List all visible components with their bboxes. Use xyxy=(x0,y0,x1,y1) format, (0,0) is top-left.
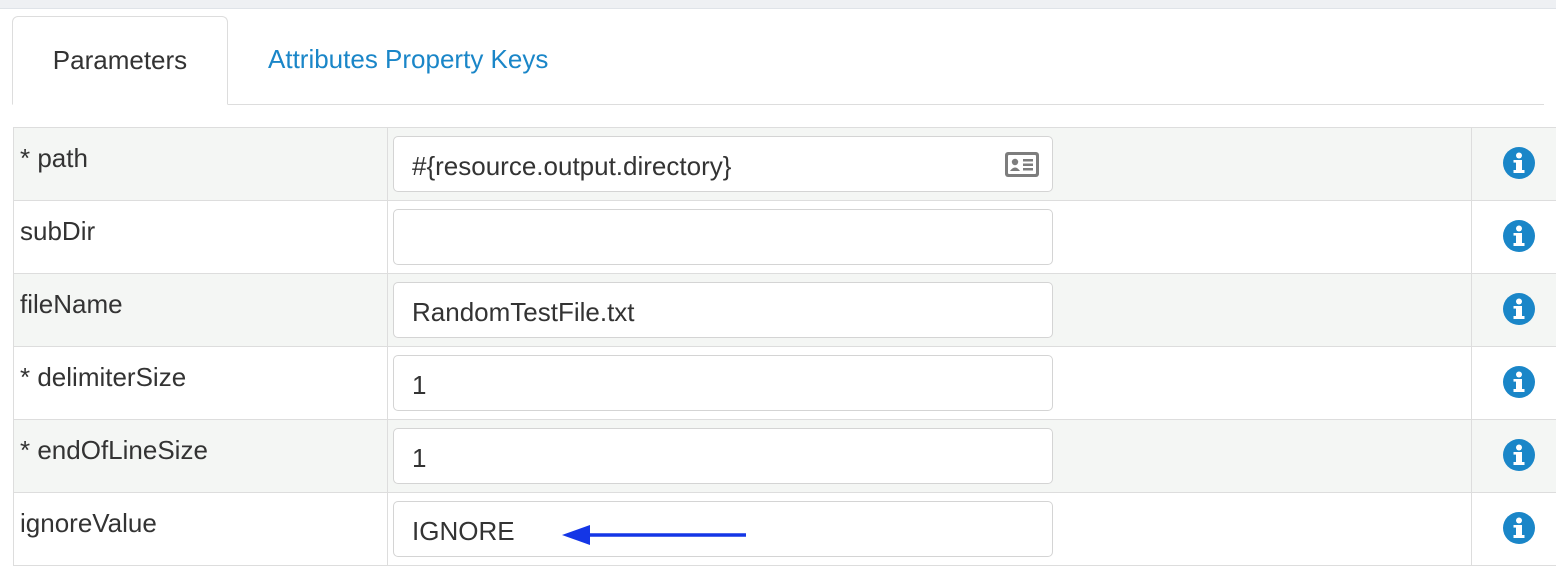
info-icon[interactable] xyxy=(1502,365,1536,399)
param-label: * delimiterSize xyxy=(20,362,187,392)
top-border-strip xyxy=(0,0,1556,9)
param-label: subDir xyxy=(20,216,96,246)
param-row-ignorevalue: ignoreValue xyxy=(13,492,1556,566)
tab-attributes-property-keys[interactable]: Attributes Property Keys xyxy=(268,16,548,103)
info-icon[interactable] xyxy=(1502,219,1536,253)
delimitersize-input[interactable] xyxy=(393,355,1053,411)
param-label: fileName xyxy=(20,289,123,319)
filename-input[interactable] xyxy=(393,282,1053,338)
info-icon[interactable] xyxy=(1502,438,1536,472)
tab-parameters[interactable]: Parameters xyxy=(12,16,228,105)
param-row-endoflinesize: * endOfLineSize xyxy=(13,419,1556,493)
endoflinesize-input[interactable] xyxy=(393,428,1053,484)
param-label: ignoreValue xyxy=(20,508,157,538)
tab-bar: Parameters Attributes Property Keys xyxy=(12,16,1544,105)
param-row-subdir: subDir xyxy=(13,200,1556,274)
parameters-table: * path #{resource.output.directory} subD… xyxy=(13,127,1556,566)
info-icon[interactable] xyxy=(1502,146,1536,180)
param-row-path: * path xyxy=(13,127,1556,201)
info-icon[interactable] xyxy=(1502,292,1536,326)
id-card-icon[interactable] xyxy=(1005,152,1039,177)
param-row-filename: fileName xyxy=(13,273,1556,347)
path-input[interactable] xyxy=(393,136,1053,192)
info-icon[interactable] xyxy=(1502,511,1536,545)
param-label: * endOfLineSize xyxy=(20,435,208,465)
arrow-left-icon xyxy=(562,525,746,545)
param-row-delimitersize: * delimiterSize xyxy=(13,346,1556,420)
subdir-input[interactable] xyxy=(393,209,1053,265)
param-label: * path xyxy=(20,143,88,173)
